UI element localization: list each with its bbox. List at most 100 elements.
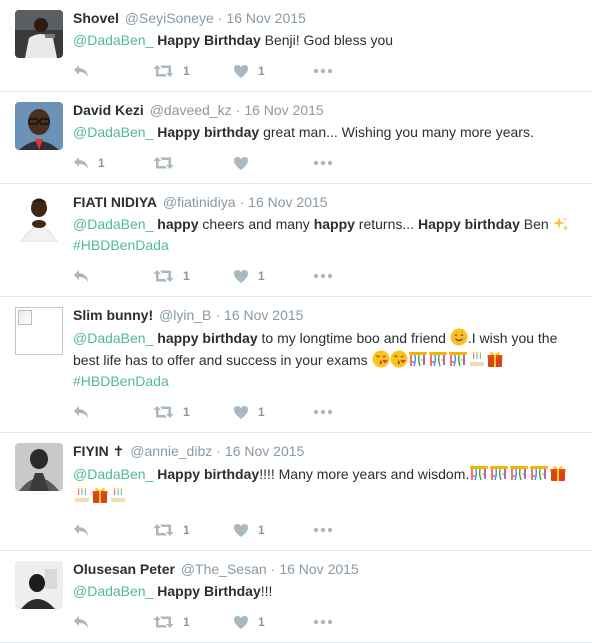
avatar[interactable] [15,194,63,242]
tweet-item[interactable]: David Kezi @daveed_kz · 16 Nov 2015 @DadaBe… [0,92,592,184]
user-name[interactable]: Olusesan Peter [73,561,175,577]
tweet-item[interactable]: Olusesan Peter @The_Sesan · 16 Nov 2015 @Da… [0,551,592,643]
avatar[interactable] [15,10,63,58]
hashtag-link[interactable]: #HBDBenDada [73,237,169,253]
user-handle[interactable]: @lyin_B [159,307,211,323]
tweet-header: Olusesan Peter @The_Sesan · 16 Nov 2015 [73,560,580,578]
highlighted-text: Happy Birthday [157,583,261,599]
highlighted-text: happy [157,216,199,232]
more-button[interactable] [313,527,393,533]
tweet-text: @DadaBen_ Happy birthday great man... Wi… [73,123,580,141]
hashtag-link[interactable]: #HBDBenDada [73,373,169,389]
reply-button[interactable]: 1 [73,156,153,170]
user-name[interactable]: David Kezi [73,102,144,118]
text-fragment: Benji! God bless you [260,32,394,48]
retweet-button[interactable]: 1 [153,269,233,283]
retweet-button[interactable]: 1 [153,523,233,537]
more-icon [313,273,333,279]
text-fragment: cheers and many [198,216,314,232]
tweet-text: @DadaBen_ happy cheers and many happy re… [73,215,580,254]
text-fragment: !!! [260,583,273,599]
gift-emoji [549,464,567,486]
like-icon [233,405,249,419]
retweet-button[interactable]: 1 [153,64,233,78]
retweet-button[interactable]: 1 [153,405,233,419]
retweet-icon [153,64,174,78]
avatar[interactable] [15,102,63,150]
tweet-item[interactable]: FIYIN ✝ @annie_dibz · 16 Nov 2015 @DadaBen_… [0,433,592,551]
reply-icon [73,523,89,537]
user-name[interactable]: Shovel [73,10,119,26]
tweet-date[interactable]: 16 Nov 2015 [226,10,305,26]
tweet-actions: 11 [73,402,580,422]
reply-icon [73,269,89,283]
user-name[interactable]: FIYIN ✝ [73,443,124,459]
like-count: 1 [258,615,265,629]
separator-dot: · [215,307,221,323]
mention-link[interactable]: @DadaBen_ [73,124,153,140]
more-button[interactable] [313,160,393,166]
reply-button[interactable] [73,405,153,419]
user-handle[interactable]: @SeyiSoneye [125,10,214,26]
user-handle[interactable]: @The_Sesan [181,561,267,577]
smile-emoji [450,328,468,350]
mention-link[interactable]: @DadaBen_ [73,583,153,599]
tweet-date[interactable]: 16 Nov 2015 [248,194,327,210]
mention-link[interactable]: @DadaBen_ [73,216,153,232]
user-name[interactable]: FIATI NIDIYA [73,194,157,210]
mention-link[interactable]: @DadaBen_ [73,466,153,482]
mention-link[interactable]: @DadaBen_ [73,330,153,346]
user-name[interactable]: Slim bunny! [73,307,153,323]
cake-emoji [468,350,486,372]
gift-emoji [91,486,109,508]
tweet-item[interactable]: FIATI NIDIYA @fiatinidiya · 16 Nov 2015 @Da… [0,184,592,297]
more-button[interactable] [313,409,393,415]
highlighted-text: Happy birthday [157,124,260,140]
like-icon [233,156,249,170]
like-button[interactable] [233,156,313,170]
reply-icon [73,405,89,419]
like-button[interactable]: 1 [233,405,313,419]
avatar[interactable] [15,561,63,609]
confetti-emoji [509,464,529,486]
like-count: 1 [258,405,265,419]
text-fragment: Ben [519,216,553,232]
reply-button[interactable] [73,523,153,537]
tweet-item[interactable]: Slim bunny! @lyin_B · 16 Nov 2015 @DadaBen_… [0,297,592,433]
user-handle[interactable]: @daveed_kz [150,102,232,118]
reply-button[interactable] [73,269,153,283]
confetti-emoji [448,350,468,372]
avatar[interactable] [15,307,63,355]
highlighted-text: Happy birthday [157,466,260,482]
tweet-header: Shovel @SeyiSoneye · 16 Nov 2015 [73,9,580,27]
more-button[interactable] [313,273,393,279]
user-handle[interactable]: @fiatinidiya [163,194,236,210]
tweet-actions: 1 [73,153,580,173]
reply-button[interactable] [73,615,153,629]
more-icon [313,409,333,415]
tweet-date[interactable]: 16 Nov 2015 [224,307,303,323]
like-button[interactable]: 1 [233,615,313,629]
reply-button[interactable] [73,64,153,78]
tweet-item[interactable]: Shovel @SeyiSoneye · 16 Nov 2015 @DadaBen_ … [0,0,592,92]
tweet-date[interactable]: 16 Nov 2015 [279,561,358,577]
like-count: 1 [258,64,265,78]
tweet-date[interactable]: 16 Nov 2015 [244,102,323,118]
more-button[interactable] [313,68,393,74]
tweet-actions: 11 [73,61,580,81]
tweet-text: @DadaBen_ happy birthday to my longtime … [73,328,580,390]
avatar[interactable] [15,443,63,491]
like-button[interactable]: 1 [233,269,313,283]
mention-link[interactable]: @DadaBen_ [73,32,153,48]
kiss-emoji [372,350,390,372]
tweet-date[interactable]: 16 Nov 2015 [225,443,304,459]
more-button[interactable] [313,619,393,625]
like-button[interactable]: 1 [233,64,313,78]
retweet-button[interactable] [153,156,233,170]
tweet-text: @DadaBen_ Happy Birthday Benji! God bles… [73,31,580,49]
retweet-button[interactable]: 1 [153,615,233,629]
user-handle[interactable]: @annie_dibz [130,443,212,459]
like-button[interactable]: 1 [233,523,313,537]
reply-icon [73,615,89,629]
confetti-emoji [428,350,448,372]
